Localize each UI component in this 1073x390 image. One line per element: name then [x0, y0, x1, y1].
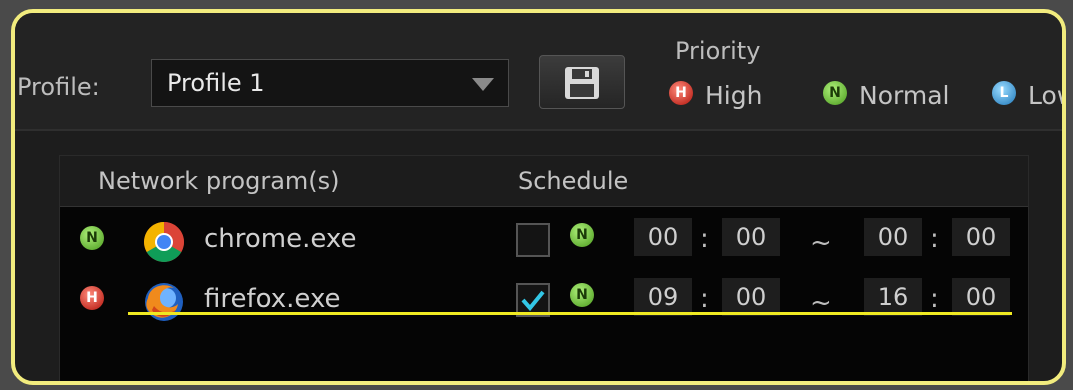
- high-priority-icon: H: [669, 81, 693, 105]
- end-minute-field[interactable]: 00: [952, 278, 1010, 316]
- time-separator: :: [700, 284, 709, 314]
- chrome-icon: [144, 222, 184, 262]
- time-separator: :: [930, 224, 939, 254]
- start-minute-field[interactable]: 00: [722, 218, 780, 256]
- priority-title: Priority: [675, 37, 761, 65]
- profile-dropdown-value: Profile 1: [167, 69, 265, 97]
- time-separator: :: [700, 224, 709, 254]
- legend-high: H High: [669, 81, 762, 111]
- normal-priority-icon[interactable]: N: [570, 223, 594, 247]
- program-name: chrome.exe: [204, 224, 357, 254]
- start-minute-field[interactable]: 00: [722, 278, 780, 316]
- save-profile-button[interactable]: [539, 55, 625, 109]
- chevron-down-icon: [472, 78, 494, 91]
- normal-priority-icon: N: [823, 81, 847, 105]
- low-priority-icon: L: [992, 81, 1016, 105]
- profile-dropdown[interactable]: Profile 1: [151, 59, 509, 107]
- legend-low-label: Low: [1028, 81, 1062, 110]
- checkmark-icon: [521, 290, 545, 312]
- start-hour-field[interactable]: 09: [634, 278, 692, 316]
- start-hour-field[interactable]: 00: [634, 218, 692, 256]
- firefox-icon: [145, 283, 183, 321]
- column-header-schedule: Schedule: [518, 167, 629, 195]
- table-header: Network program(s) Schedule: [60, 156, 1028, 207]
- floppy-disk-icon: [565, 67, 599, 99]
- table-row[interactable]: N chrome.exe N 00 : 00 ~ 00 : 00: [60, 214, 1028, 268]
- end-minute-field[interactable]: 00: [952, 218, 1010, 256]
- schedule-checkbox[interactable]: [516, 223, 550, 257]
- legend-low: L Low: [992, 81, 1062, 111]
- table-row[interactable]: H firefox.exe N 09 : 00 ~ 16 : 00: [60, 274, 1028, 328]
- range-separator: ~: [810, 228, 832, 258]
- end-hour-field[interactable]: 16: [864, 278, 922, 316]
- normal-priority-icon[interactable]: N: [80, 226, 104, 250]
- toolbar: Profile: Profile 1 Priority H High N Nor…: [15, 13, 1062, 131]
- high-priority-icon[interactable]: H: [80, 286, 104, 310]
- highlight-underline: [128, 312, 1012, 315]
- column-header-program: Network program(s): [98, 167, 340, 195]
- app-window: Profile: Profile 1 Priority H High N Nor…: [11, 9, 1066, 385]
- legend-high-label: High: [705, 81, 763, 110]
- legend-normal-label: Normal: [859, 81, 950, 110]
- program-list-panel: Network program(s) Schedule N chrome.exe…: [59, 155, 1029, 381]
- profile-label: Profile:: [17, 73, 100, 101]
- time-separator: :: [930, 284, 939, 314]
- legend-normal: N Normal: [823, 81, 949, 111]
- normal-priority-icon[interactable]: N: [570, 283, 594, 307]
- program-name: firefox.exe: [204, 284, 341, 314]
- end-hour-field[interactable]: 00: [864, 218, 922, 256]
